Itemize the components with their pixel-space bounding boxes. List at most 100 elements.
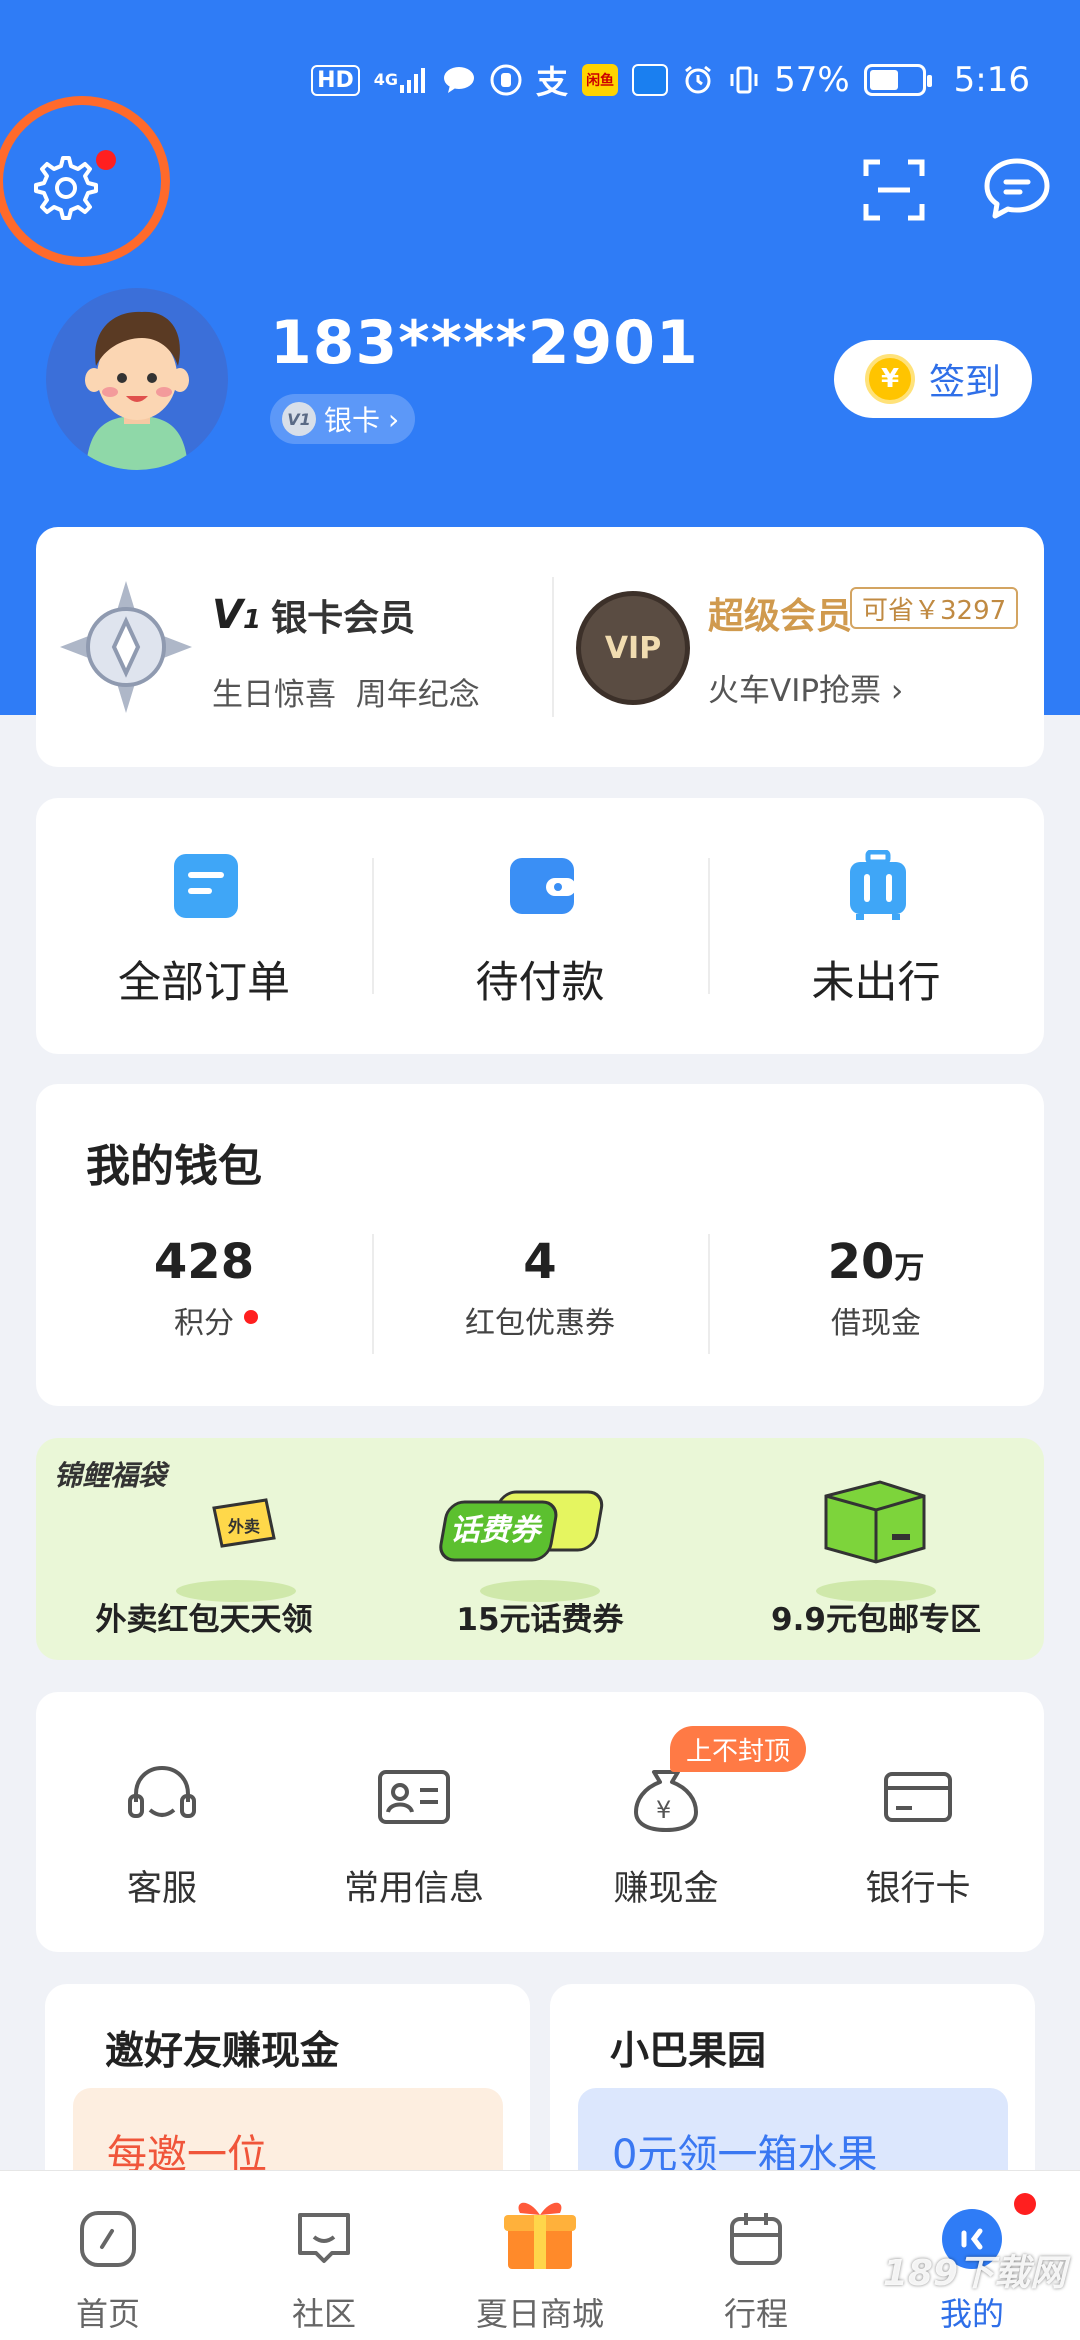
weather-icon — [632, 64, 669, 96]
all-orders-button[interactable]: 全部订单 — [36, 798, 372, 1054]
silver-member-benefits: 生日惊喜 周年纪念 — [212, 677, 480, 713]
orchard-title: 小巴果园 — [610, 2029, 767, 2074]
pending-payment-button[interactable]: 待付款 — [372, 798, 708, 1054]
wallet-title: 我的钱包 — [86, 1141, 262, 1192]
promo-banner: 锦鲤福袋 外卖 外卖红包天天领 话费券 15元话费券 9.9元包邮专区 — [36, 1438, 1044, 1660]
tab-community[interactable]: 社区 — [216, 2171, 432, 2340]
clock: 5:16 — [953, 60, 1030, 100]
scan-icon[interactable] — [862, 158, 926, 222]
cash-loan-label: 借现金 — [831, 1306, 921, 1341]
earn-cash-label: 赚现金 — [613, 1869, 719, 1909]
tab-itinerary[interactable]: 行程 — [648, 2171, 864, 2340]
silver-medal-icon — [60, 581, 192, 713]
id-card-icon — [378, 1770, 450, 1824]
vip-level-badge: V1 — [212, 592, 262, 638]
watermark: 189下载网 — [882, 2253, 1066, 2294]
no-cap-badge: 上不封顶 — [670, 1726, 807, 1772]
customer-service-button[interactable]: 客服 — [36, 1692, 288, 1952]
all-orders-label: 全部订单 — [118, 958, 290, 1008]
luggage-icon — [850, 850, 906, 920]
upcoming-trips-button[interactable]: 未出行 — [708, 798, 1044, 1054]
cash-loan-item[interactable]: 20万 借现金 — [708, 1234, 1044, 1342]
vip-crown-icon: VIP — [576, 591, 690, 705]
services-card: 客服 常用信息 ¥ 赚现金 上不封顶 银行卡 — [36, 1692, 1044, 1952]
common-info-label: 常用信息 — [343, 1869, 484, 1909]
home-icon — [80, 2211, 136, 2267]
takeout-coupon-promo[interactable]: 外卖 外卖红包天天领 — [36, 1438, 372, 1660]
cash-loan-value: 20万 — [827, 1234, 925, 1290]
bank-card-button[interactable]: 银行卡 — [792, 1692, 1044, 1952]
tab-home[interactable]: 首页 — [0, 2171, 216, 2340]
divider — [552, 577, 554, 717]
invite-friends-title: 邀好友赚现金 — [105, 2029, 340, 2074]
points-value: 428 — [153, 1234, 255, 1290]
train-vip-link[interactable]: 火车VIP抢票 › — [708, 665, 903, 710]
tab-community-label: 社区 — [291, 2295, 356, 2333]
coupons-value: 4 — [523, 1234, 557, 1290]
community-icon — [298, 2213, 350, 2263]
battery-percent: 57% — [774, 60, 850, 100]
v1-badge-icon: V1 — [282, 402, 316, 436]
phone-bill-voucher-promo[interactable]: 话费券 15元话费券 — [372, 1438, 708, 1660]
checkin-button[interactable]: ¥ 签到 — [834, 340, 1032, 418]
customer-service-label: 客服 — [126, 1869, 197, 1909]
points-notification-dot — [244, 1310, 258, 1324]
bottom-tab-bar: 首页 社区 夏日商城 行程 我的 189下载网 — [0, 2170, 1080, 2340]
phone-bill-voucher-label: 15元话费券 — [456, 1602, 624, 1638]
signal-icon: 4G — [374, 65, 428, 95]
wallet-icon — [510, 858, 576, 914]
user-phone: 183****2901 — [270, 308, 699, 378]
notification-dot — [96, 150, 116, 170]
settings-button[interactable] — [0, 96, 172, 268]
takeout-ticket-icon: 外卖 — [212, 1498, 276, 1548]
notification-dot — [1014, 2193, 1036, 2215]
wallet-card: 我的钱包 428 积分 4 红包优惠券 20万 借现金 — [36, 1084, 1044, 1406]
gear-icon — [34, 156, 98, 220]
super-member-title: 超级会员 — [708, 596, 853, 637]
app-badge-icon: 闲鱼 — [582, 64, 619, 96]
chevron-right-icon: › — [388, 402, 400, 436]
silver-member-section[interactable]: V1 银卡会员 生日惊喜 周年纪念 — [36, 527, 552, 767]
silver-member-title: V1 银卡会员 — [212, 592, 416, 639]
gift-box-icon — [824, 1480, 926, 1564]
orders-card: 全部订单 待付款 未出行 — [36, 798, 1044, 1054]
tab-home-label: 首页 — [75, 2295, 140, 2333]
member-level-button[interactable]: V1 银卡 › — [270, 394, 416, 444]
document-icon — [174, 854, 238, 918]
alipay-icon: 支 — [536, 63, 569, 101]
member-level-label: 银卡 — [324, 404, 381, 437]
voucher-icon: 话费券 — [439, 1490, 604, 1562]
vip-card: V1 银卡会员 生日惊喜 周年纪念 VIP 超级会员 可省￥3297 火车VIP… — [36, 527, 1044, 767]
coin-icon: ¥ — [864, 354, 915, 404]
tab-summer-mall[interactable]: 夏日商城 — [432, 2171, 648, 2340]
battery-icon — [863, 64, 932, 96]
checkin-label: 签到 — [928, 362, 1001, 403]
points-label: 积分 — [174, 1306, 234, 1341]
calendar-icon — [730, 2213, 782, 2265]
avatar[interactable] — [46, 288, 228, 470]
common-info-button[interactable]: 常用信息 — [288, 1692, 540, 1952]
hand-icon — [490, 64, 522, 96]
tab-itinerary-label: 行程 — [723, 2295, 788, 2333]
takeout-coupon-label: 外卖红包天天领 — [95, 1602, 313, 1638]
tab-summer-mall-label: 夏日商城 — [475, 2295, 604, 2333]
free-shipping-promo[interactable]: 9.9元包邮专区 — [708, 1438, 1044, 1660]
headset-icon — [128, 1765, 196, 1818]
voucher-text: 话费券 — [450, 1513, 543, 1548]
coupons-item[interactable]: 4 红包优惠券 — [372, 1234, 708, 1342]
points-item[interactable]: 428 积分 — [36, 1234, 372, 1342]
bank-card-icon — [884, 1772, 952, 1822]
vibrate-icon — [728, 64, 760, 96]
svg-text:¥: ¥ — [656, 1796, 671, 1824]
coupons-label: 红包优惠券 — [465, 1306, 615, 1341]
takeout-ticket-text: 外卖 — [227, 1517, 260, 1536]
gift-icon — [504, 2202, 576, 2269]
alarm-icon — [682, 64, 714, 96]
savings-badge: 可省￥3297 — [850, 587, 1019, 629]
free-shipping-label: 9.9元包邮专区 — [771, 1602, 981, 1638]
upcoming-trips-label: 未出行 — [811, 958, 941, 1008]
hd-icon: HD — [311, 64, 360, 96]
bank-card-label: 银行卡 — [865, 1869, 971, 1909]
pending-payment-label: 待付款 — [475, 958, 605, 1008]
message-icon[interactable] — [982, 156, 1052, 222]
